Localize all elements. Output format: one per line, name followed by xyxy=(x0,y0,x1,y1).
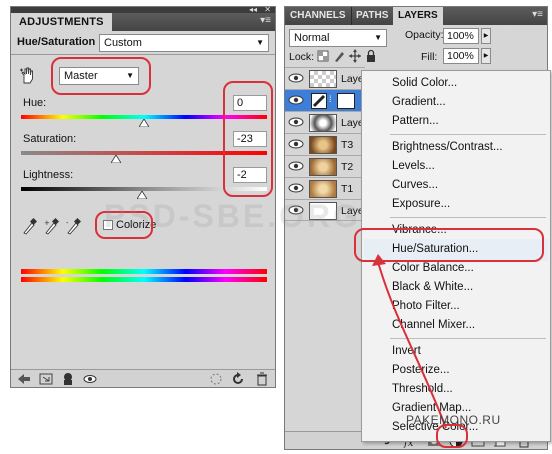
adjustment-layer-icon xyxy=(311,93,327,109)
menu-item-invert[interactable]: Invert xyxy=(392,345,421,357)
blend-mode-value: Normal xyxy=(294,32,330,44)
back-arrow-icon[interactable] xyxy=(17,372,31,386)
layer-row[interactable]: T3 xyxy=(285,133,365,155)
reset-icon[interactable] xyxy=(231,372,245,386)
layer-thumbnail xyxy=(309,136,337,154)
tab-layers[interactable]: LAYERS xyxy=(393,7,443,25)
adjustment-header: Hue/Saturation Custom ▼ xyxy=(11,31,275,55)
opacity-input[interactable]: 100% xyxy=(443,28,479,44)
tab-paths[interactable]: PATHS xyxy=(351,7,395,25)
blend-mode-dropdown[interactable]: Normal ▼ xyxy=(289,29,387,47)
layer-thumbnail xyxy=(309,114,337,132)
visibility-eye-icon[interactable] xyxy=(288,138,304,150)
visibility-eye-icon[interactable] xyxy=(288,72,304,84)
visibility-eye-icon[interactable] xyxy=(288,182,304,194)
eyedropper-icon[interactable] xyxy=(21,217,37,235)
menu-item-levels[interactable]: Levels... xyxy=(392,160,435,172)
visibility-eye-icon[interactable] xyxy=(83,372,97,386)
layer-thumbnail xyxy=(309,180,337,198)
menu-item-black-white[interactable]: Black & White... xyxy=(392,281,473,293)
chain-link-icon[interactable]: ⁞ xyxy=(329,94,335,108)
output-color-bar xyxy=(21,277,267,282)
input-color-bar xyxy=(21,269,267,274)
layer-row[interactable]: T2 xyxy=(285,155,365,177)
layer-row[interactable]: T1 xyxy=(285,177,365,199)
menu-item-photo-filter[interactable]: Photo Filter... xyxy=(392,300,460,312)
layer-row[interactable]: Laye xyxy=(285,67,365,89)
tab-adjustments[interactable]: ADJUSTMENTS xyxy=(11,13,112,31)
layer-name: T3 xyxy=(341,139,354,151)
menu-item-gradient[interactable]: Gradient... xyxy=(392,96,446,108)
menu-separator xyxy=(390,217,546,218)
lock-position-move-icon[interactable] xyxy=(349,49,361,63)
layer-row-selected[interactable]: ⁞ xyxy=(285,89,365,111)
lock-all-icon[interactable] xyxy=(365,49,377,63)
eyedropper-add-icon[interactable]: + xyxy=(43,217,59,235)
fill-label: Fill: xyxy=(421,51,438,63)
annotation-circle-channel xyxy=(51,57,151,95)
svg-text:+: + xyxy=(44,219,50,227)
visibility-eye-icon[interactable] xyxy=(288,160,304,172)
eyedropper-subtract-icon[interactable]: - xyxy=(65,217,81,235)
panel-menu-icon[interactable]: ▾≡ xyxy=(260,15,271,26)
saturation-slider-thumb[interactable] xyxy=(111,155,121,163)
adjustments-panel: ◂◂ ✕ ADJUSTMENTS ▾≡ Hue/Saturation Custo… xyxy=(10,6,276,388)
expand-view-icon[interactable] xyxy=(39,372,53,386)
adjustment-title: Hue/Saturation xyxy=(17,36,96,48)
svg-text:-: - xyxy=(66,219,69,227)
menu-item-pattern[interactable]: Pattern... xyxy=(392,115,439,127)
fill-stepper[interactable]: ▶ xyxy=(481,48,491,64)
adjustments-tab-bar: ADJUSTMENTS ▾≡ xyxy=(11,13,275,31)
chevron-down-icon: ▼ xyxy=(374,33,382,42)
menu-item-brightness-contrast[interactable]: Brightness/Contrast... xyxy=(392,141,503,153)
annotation-circle-values xyxy=(223,81,273,197)
adjustments-footer xyxy=(11,369,275,387)
layer-name: T2 xyxy=(341,161,354,173)
layer-row[interactable]: Laye xyxy=(285,111,365,133)
menu-separator xyxy=(390,338,546,339)
lock-image-brush-icon[interactable] xyxy=(333,49,345,63)
opacity-label: Opacity: xyxy=(405,29,444,41)
targeted-adjustment-hand-icon[interactable] xyxy=(19,67,37,85)
visibility-eye-icon[interactable] xyxy=(288,94,304,106)
clip-to-layer-icon[interactable] xyxy=(61,372,75,386)
layer-thumbnail xyxy=(309,70,337,88)
fill-input[interactable]: 100% xyxy=(443,48,479,64)
menu-item-threshold[interactable]: Threshold... xyxy=(392,383,453,395)
site-watermark: PAKEMONO.RU xyxy=(406,413,501,427)
lock-transparency-icon[interactable] xyxy=(317,49,329,63)
layers-tab-bar: CHANNELS PATHS LAYERS ▾≡ xyxy=(285,7,547,25)
menu-item-solid-color[interactable]: Solid Color... xyxy=(392,77,457,89)
chevron-down-icon: ▼ xyxy=(256,38,264,47)
menu-item-posterize[interactable]: Posterize... xyxy=(392,364,450,376)
menu-item-channel-mixer[interactable]: Channel Mixer... xyxy=(392,319,475,331)
menu-item-exposure[interactable]: Exposure... xyxy=(392,198,450,210)
trash-icon[interactable] xyxy=(255,372,269,386)
hue-slider-thumb[interactable] xyxy=(139,119,149,127)
opacity-stepper[interactable]: ▶ xyxy=(481,28,491,44)
lightness-label: Lightness: xyxy=(23,169,74,181)
annotation-circle-hue-saturation xyxy=(354,228,544,262)
menu-item-color-balance[interactable]: Color Balance... xyxy=(392,262,474,274)
menu-item-curves[interactable]: Curves... xyxy=(392,179,438,191)
lock-label: Lock: xyxy=(289,51,315,63)
view-previous-state-icon[interactable] xyxy=(209,372,223,386)
layer-thumbnail xyxy=(309,158,337,176)
preset-value: Custom xyxy=(104,37,142,49)
tab-channels[interactable]: CHANNELS xyxy=(285,7,352,25)
menu-separator xyxy=(390,134,546,135)
background-watermark: PSD-SBE.ORG xyxy=(104,198,362,234)
preset-dropdown[interactable]: Custom ▼ xyxy=(99,34,269,52)
layer-name: T1 xyxy=(341,183,354,195)
visibility-eye-icon[interactable] xyxy=(288,116,304,128)
hue-label: Hue: xyxy=(23,97,47,109)
panel-menu-icon[interactable]: ▾≡ xyxy=(532,9,543,20)
annotation-circle-adjustment-button xyxy=(436,424,468,448)
saturation-label: Saturation: xyxy=(23,133,77,145)
layer-mask-thumbnail[interactable] xyxy=(337,93,355,109)
